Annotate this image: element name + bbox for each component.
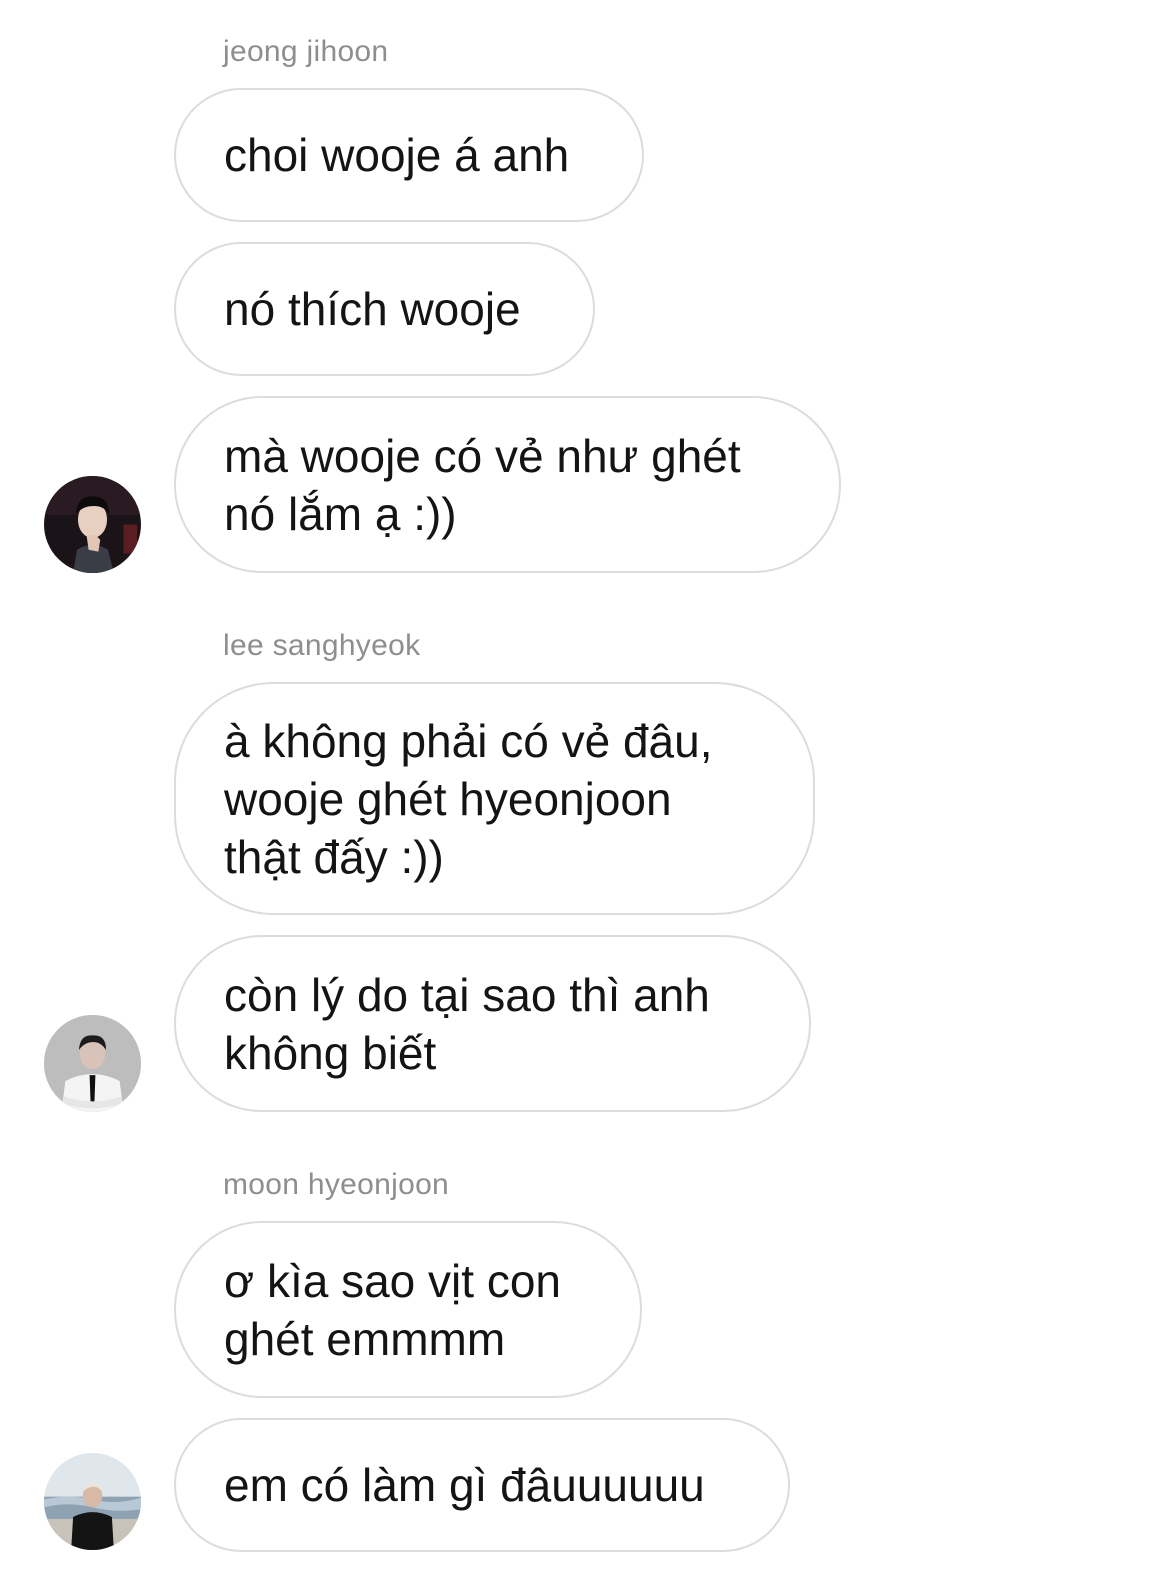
message-text: mà wooje có vẻ như ghét <box>224 429 741 482</box>
message-text: còn lý do tại sao thì anh <box>224 968 710 1021</box>
message-text: à không phải có vẻ đâu, <box>224 714 713 767</box>
message-bubble[interactable]: à không phải có vẻ đâu, wooje ghét hyeon… <box>174 682 815 915</box>
message-bubble[interactable]: nó thích wooje <box>174 242 595 376</box>
avatar[interactable] <box>44 476 141 573</box>
message-text: thật đấy :)) <box>224 830 444 883</box>
message-text: nó thích wooje <box>224 283 521 335</box>
message-text: em có làm gì đâuuuuuu <box>224 1459 705 1511</box>
profile-photo-icon <box>44 476 141 573</box>
sender-name: jeong jihoon <box>223 35 389 68</box>
message-text: ghét emmmm <box>224 1312 506 1365</box>
message-bubble[interactable]: còn lý do tại sao thì anh không biết <box>174 935 811 1112</box>
message-text: ơ kìa sao vịt con <box>224 1254 561 1307</box>
message-bubble[interactable]: em có làm gì đâuuuuuu <box>174 1418 790 1552</box>
avatar[interactable] <box>44 1015 141 1112</box>
sender-name: lee sanghyeok <box>223 629 421 662</box>
message-bubble[interactable]: choi wooje á anh <box>174 88 644 222</box>
message-bubble[interactable]: ơ kìa sao vịt con ghét emmmm <box>174 1221 642 1398</box>
profile-photo-icon <box>44 1015 141 1112</box>
message-bubble[interactable]: mà wooje có vẻ như ghét nó lắm ạ :)) <box>174 396 841 573</box>
message-text: wooje ghét hyeonjoon <box>224 772 672 825</box>
profile-photo-icon <box>44 1453 141 1550</box>
message-text: không biết <box>224 1026 437 1079</box>
message-text: choi wooje á anh <box>224 129 570 181</box>
avatar[interactable] <box>44 1453 141 1550</box>
sender-name: moon hyeonjoon <box>223 1168 450 1201</box>
message-text: nó lắm ạ :)) <box>224 487 457 540</box>
